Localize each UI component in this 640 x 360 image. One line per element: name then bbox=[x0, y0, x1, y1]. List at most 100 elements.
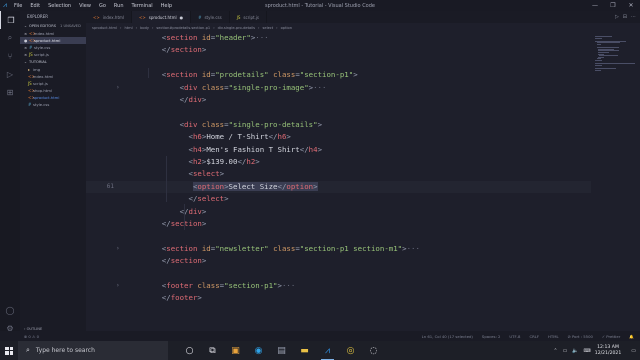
account-icon[interactable]: ◯ bbox=[0, 301, 20, 319]
media-icon[interactable]: ▣ bbox=[224, 341, 247, 360]
code-line[interactable] bbox=[86, 106, 591, 118]
code-line[interactable]: </section> bbox=[86, 218, 591, 230]
tutorial-folder[interactable]: ⌄ TUTORIAL bbox=[20, 58, 86, 66]
close-icon[interactable]: ✕ bbox=[622, 0, 640, 11]
breadcrumb-item[interactable]: section#prodetails.section-p1 bbox=[156, 26, 210, 30]
menu-edit[interactable]: Edit bbox=[26, 3, 44, 9]
code-content: <footer class="section-p1">··· bbox=[162, 280, 296, 292]
code-line[interactable]: › <section id="newsletter" class="section… bbox=[86, 243, 591, 255]
more-actions-icon[interactable]: ⋯ bbox=[631, 14, 636, 20]
vscode-icon[interactable]: ⩘ bbox=[316, 341, 339, 360]
menu-run[interactable]: Run bbox=[110, 3, 128, 9]
extensions-icon[interactable]: ⊞ bbox=[0, 83, 20, 101]
menu-terminal[interactable]: Terminal bbox=[128, 3, 157, 9]
open-editor-item[interactable]: ● <> sproduct.html bbox=[20, 37, 86, 44]
store-icon[interactable]: ▤ bbox=[270, 341, 293, 360]
menu-help[interactable]: Help bbox=[157, 3, 176, 9]
notifications-icon[interactable]: ▭ bbox=[631, 348, 636, 354]
run-icon[interactable]: ▷ bbox=[615, 14, 619, 20]
keyboard-icon[interactable]: ⌨ bbox=[584, 348, 591, 354]
split-editor-icon[interactable]: ⊟ bbox=[623, 14, 627, 20]
files-icon[interactable]: ❐ bbox=[0, 11, 21, 29]
fold-chevron-icon[interactable]: › bbox=[116, 243, 120, 255]
code-line[interactable]: <h6>Home / T-Shirt</h6> bbox=[86, 131, 591, 143]
file-item[interactable]: <> shop.html bbox=[20, 87, 86, 94]
file-item[interactable]: JS script.js bbox=[20, 80, 86, 87]
code-line[interactable]: </div> bbox=[86, 94, 591, 106]
status-item[interactable]: UTF-8 bbox=[509, 334, 520, 339]
code-line[interactable]: <section id="header">··· bbox=[86, 32, 591, 44]
obs-icon[interactable]: ◌ bbox=[362, 341, 385, 360]
code-token: </ bbox=[161, 256, 171, 266]
code-line[interactable]: </section> bbox=[86, 44, 591, 56]
open-editor-item[interactable]: × JS script.js bbox=[20, 51, 86, 58]
search-icon[interactable]: ⌕ bbox=[0, 29, 20, 47]
breadcrumb-item[interactable]: option bbox=[281, 26, 292, 30]
edge-icon[interactable]: ◉ bbox=[247, 341, 270, 360]
code-line[interactable]: <select> bbox=[86, 168, 591, 180]
tab-index-html[interactable]: <> index.html bbox=[86, 11, 133, 23]
code-line[interactable]: › <div class="single-pro-image">··· bbox=[86, 82, 591, 94]
volume-icon[interactable]: 🔈 bbox=[572, 348, 578, 354]
code-line[interactable]: </section> bbox=[86, 255, 591, 267]
cortana-icon[interactable]: ○ bbox=[178, 341, 201, 360]
taskbar-search[interactable]: ⌕ Type here to search bbox=[18, 341, 168, 360]
code-line[interactable]: <h4>Men's Fashion T Shirt</h4> bbox=[86, 144, 591, 156]
fold-chevron-icon[interactable]: › bbox=[116, 280, 120, 292]
file-item[interactable]: <> index.html bbox=[20, 73, 86, 80]
open-editors-section[interactable]: ⌄ OPEN EDITORS 1 UNSAVED bbox=[20, 22, 86, 30]
minimize-icon[interactable]: — bbox=[586, 0, 604, 11]
status-item[interactable]: Spaces: 2 bbox=[482, 334, 500, 339]
battery-icon[interactable]: ▭ bbox=[563, 348, 568, 354]
tab-sproduct-html[interactable]: <> sproduct.html ● bbox=[132, 11, 192, 23]
breadcrumb-item[interactable]: sproduct.html bbox=[92, 26, 117, 30]
code-line[interactable] bbox=[86, 268, 591, 280]
menu-file[interactable]: File bbox=[10, 3, 26, 9]
code-line[interactable]: </div> bbox=[86, 206, 591, 218]
status-item[interactable]: ✓ Prettier bbox=[602, 334, 620, 339]
code-line[interactable]: </select> bbox=[86, 193, 591, 205]
breadcrumb-item[interactable]: div.single-pro-details bbox=[218, 26, 255, 30]
problems-indicator[interactable]: ⊗ 0 ⚠ 0 bbox=[24, 334, 39, 339]
code-line[interactable]: </footer> bbox=[86, 292, 591, 304]
code-line[interactable]: <div class="single-pro-details"> bbox=[86, 119, 591, 131]
code-token: > bbox=[197, 293, 202, 303]
source-control-icon[interactable]: ⑂ bbox=[0, 47, 20, 65]
chrome-icon[interactable]: ◎ bbox=[339, 341, 362, 360]
status-item[interactable]: ⊘ Port : 5500 bbox=[568, 334, 593, 339]
code-line[interactable]: <section id="prodetails" class="section-… bbox=[86, 69, 591, 81]
menu-go[interactable]: Go bbox=[95, 3, 110, 9]
start-button[interactable] bbox=[0, 341, 18, 360]
breadcrumb-item[interactable]: select bbox=[262, 26, 273, 30]
code-line[interactable] bbox=[86, 57, 591, 69]
file-item[interactable]: # style.css bbox=[20, 101, 86, 108]
tray-chevron-icon[interactable]: ⌃ bbox=[553, 348, 557, 354]
code-editor[interactable]: <section id="header">··· </section> <secti… bbox=[86, 32, 591, 331]
status-item[interactable]: 🔔 bbox=[629, 334, 634, 339]
code-line[interactable]: › <footer class="section-p1">··· bbox=[86, 280, 591, 292]
breadcrumb-item[interactable]: html bbox=[124, 26, 132, 30]
open-editor-item[interactable]: × <> index.html bbox=[20, 30, 86, 37]
folder-item[interactable]: ▸ img bbox=[20, 66, 86, 73]
clock[interactable]: 12:13 AM 12/21/2021 bbox=[595, 345, 621, 357]
run-debug-icon[interactable]: ▷ bbox=[0, 65, 20, 83]
task-view-icon[interactable]: ⧉ bbox=[201, 341, 224, 360]
current-code-line[interactable]: 61 <option>Select Size</option> bbox=[86, 180, 591, 193]
menu-selection[interactable]: Selection bbox=[44, 3, 75, 9]
file-explorer-icon[interactable]: ▬ bbox=[293, 341, 316, 360]
status-item[interactable]: Ln 61, Col 40 (17 selected) bbox=[422, 334, 473, 339]
file-item[interactable]: <> sproduct.html bbox=[20, 94, 86, 101]
breadcrumb-item[interactable]: body bbox=[140, 26, 149, 30]
code-line[interactable] bbox=[86, 230, 591, 242]
tab-style-css[interactable]: # style.css bbox=[191, 11, 230, 23]
tab-script-js[interactable]: JS script.js bbox=[230, 11, 268, 23]
menu-view[interactable]: View bbox=[75, 3, 95, 9]
status-item[interactable]: HTML bbox=[548, 334, 559, 339]
minimap[interactable] bbox=[591, 32, 640, 331]
open-editor-item[interactable]: × # style.css bbox=[20, 44, 86, 51]
unsaved-dot-icon[interactable]: ● bbox=[180, 15, 184, 20]
maximize-icon[interactable]: ❐ bbox=[604, 0, 622, 11]
status-item[interactable]: CRLF bbox=[529, 334, 539, 339]
code-line[interactable]: <h2>$139.00</h2> bbox=[86, 156, 591, 168]
fold-chevron-icon[interactable]: › bbox=[116, 82, 120, 94]
